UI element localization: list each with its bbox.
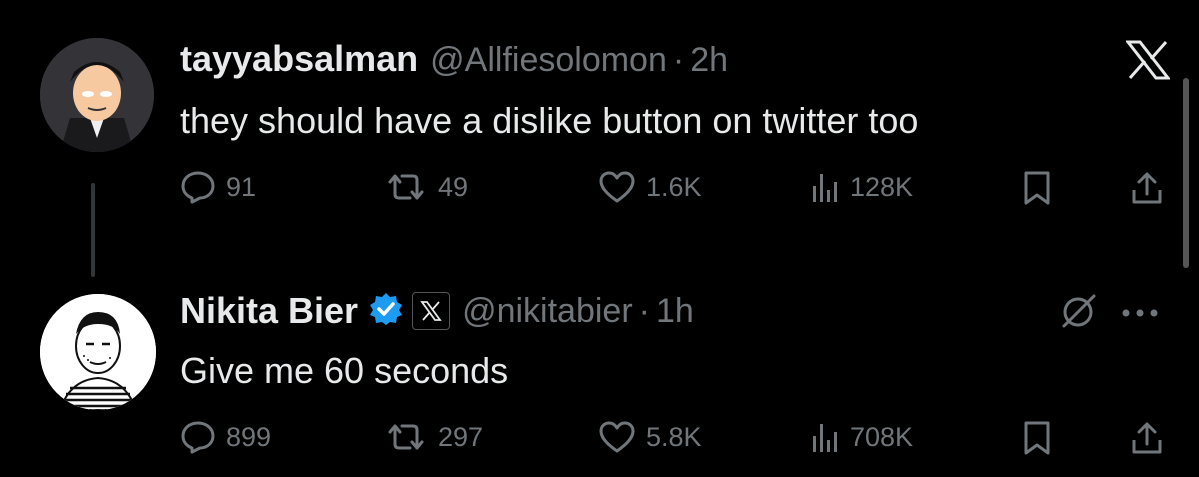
cartoon-avatar-icon [40, 38, 154, 152]
like-button[interactable]: 1.6K [598, 170, 702, 204]
views-button[interactable]: 708K [810, 420, 913, 454]
repost-count: 49 [438, 171, 469, 202]
like-count: 1.6K [646, 171, 702, 202]
repost-button[interactable]: 297 [384, 420, 483, 454]
x-logo-icon [1124, 40, 1172, 85]
repost-count: 297 [438, 421, 484, 452]
repost-icon [388, 424, 424, 450]
reply-count: 899 [226, 421, 272, 452]
tweet-1-header: tayyabsalman @Allfiesolomon · 2h [180, 38, 728, 80]
like-count: 5.8K [646, 421, 702, 452]
reply-icon [181, 171, 215, 204]
share-icon [1132, 422, 1162, 454]
tweet-2-text: Give me 60 seconds [180, 350, 509, 391]
repost-button[interactable]: 49 [384, 170, 468, 204]
heart-icon [599, 421, 635, 453]
reply-count: 91 [226, 171, 257, 202]
bookmark-icon [1024, 421, 1050, 455]
bookmark-button[interactable] [1022, 170, 1052, 206]
share-icon [1132, 172, 1162, 204]
views-chart-icon [813, 424, 837, 452]
views-button[interactable]: 128K [810, 170, 913, 204]
like-button[interactable]: 5.8K [598, 420, 702, 454]
author-name[interactable]: tayyabsalman [180, 38, 418, 80]
affiliation-x-badge-icon[interactable] [412, 292, 451, 330]
share-button[interactable] [1130, 420, 1164, 456]
thread-connector-line [91, 183, 95, 277]
timestamp[interactable]: 2h [690, 41, 728, 80]
verified-badge-icon[interactable] [368, 291, 404, 332]
more-options-icon[interactable] [1120, 306, 1160, 324]
grok-icon[interactable] [1060, 292, 1098, 335]
avatar-nikitabier[interactable] [40, 294, 156, 410]
sketch-portrait-icon [40, 294, 156, 410]
timestamp[interactable]: 1h [656, 292, 694, 331]
author-name[interactable]: Nikita Bier [180, 290, 358, 332]
share-button[interactable] [1130, 170, 1164, 206]
views-chart-icon [813, 174, 837, 202]
bookmark-button[interactable] [1022, 420, 1052, 456]
view-count: 708K [850, 421, 914, 452]
separator-dot: · [672, 41, 685, 79]
reply-button[interactable]: 899 [180, 420, 271, 454]
tweet-1-actions: 91 49 1.6K 128K [180, 170, 1170, 214]
tweet-2-actions: 899 297 5.8K 708K [180, 420, 1170, 464]
separator-dot: · [638, 291, 650, 330]
author-handle[interactable]: @Allfiesolomon [430, 41, 667, 80]
view-count: 128K [850, 171, 914, 202]
author-handle[interactable]: @nikitabier [462, 292, 633, 331]
tweet-2-header: Nikita Bier @nikitabier · 1h [180, 290, 694, 332]
scrollbar[interactable] [1183, 78, 1189, 268]
tweet-1-text: they should have a dislike button on twi… [180, 100, 919, 141]
heart-icon [599, 171, 635, 203]
bookmark-icon [1024, 171, 1050, 205]
reply-icon [181, 421, 215, 454]
reply-button[interactable]: 91 [180, 170, 256, 204]
avatar-tayyabsalman[interactable] [40, 38, 154, 152]
repost-icon [388, 174, 424, 200]
